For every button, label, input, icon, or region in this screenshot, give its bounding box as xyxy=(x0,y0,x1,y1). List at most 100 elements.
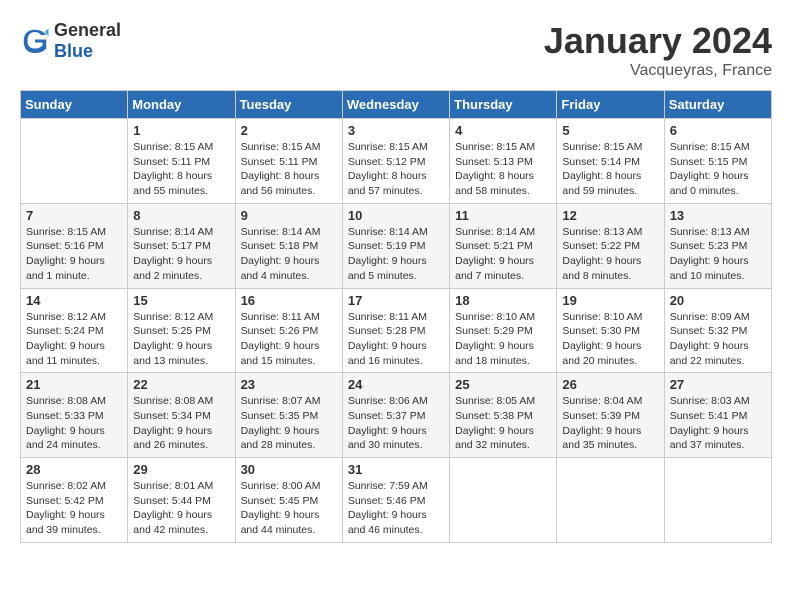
day-number: 1 xyxy=(133,123,229,138)
day-info: Sunrise: 8:09 AM Sunset: 5:32 PM Dayligh… xyxy=(670,310,766,369)
day-number: 28 xyxy=(26,462,122,477)
calendar-cell xyxy=(450,458,557,543)
title-block: January 2024 Vacqueyras, France xyxy=(544,20,772,80)
day-info: Sunrise: 8:14 AM Sunset: 5:21 PM Dayligh… xyxy=(455,225,551,284)
day-info: Sunrise: 8:14 AM Sunset: 5:19 PM Dayligh… xyxy=(348,225,444,284)
calendar-cell: 11 Sunrise: 8:14 AM Sunset: 5:21 PM Dayli… xyxy=(450,203,557,288)
day-number: 23 xyxy=(241,377,337,392)
calendar-cell: 8Sunrise: 8:14 AM Sunset: 5:17 PM Daylig… xyxy=(128,203,235,288)
weekday-header-thursday: Thursday xyxy=(450,91,557,119)
calendar-week-5: 28Sunrise: 8:02 AM Sunset: 5:42 PM Dayli… xyxy=(21,458,772,543)
day-info: Sunrise: 8:14 AM Sunset: 5:17 PM Dayligh… xyxy=(133,225,229,284)
calendar-cell: 17 Sunrise: 8:11 AM Sunset: 5:28 PM Dayli… xyxy=(342,288,449,373)
calendar-cell: 7 Sunrise: 8:15 AM Sunset: 5:16 PM Daylig… xyxy=(21,203,128,288)
day-number: 7 xyxy=(26,208,122,223)
calendar-cell: 29 Sunrise: 8:01 AM Sunset: 5:44 PM Dayli… xyxy=(128,458,235,543)
day-info: Sunrise: 8:12 AM Sunset: 5:25 PM Dayligh… xyxy=(133,310,229,369)
month-title: January 2024 xyxy=(544,20,772,62)
day-number: 25 xyxy=(455,377,551,392)
calendar-table: SundayMondayTuesdayWednesdayThursdayFrid… xyxy=(20,90,772,543)
day-info: Sunrise: 8:12 AM Sunset: 5:24 PM Dayligh… xyxy=(26,310,122,369)
calendar-cell: 25 Sunrise: 8:05 AM Sunset: 5:38 PM Dayli… xyxy=(450,373,557,458)
calendar-cell: 2Sunrise: 8:15 AM Sunset: 5:11 PM Daylig… xyxy=(235,119,342,204)
calendar-cell: 18 Sunrise: 8:10 AM Sunset: 5:29 PM Dayli… xyxy=(450,288,557,373)
day-number: 12 xyxy=(562,208,658,223)
weekday-header-sunday: Sunday xyxy=(21,91,128,119)
day-number: 5 xyxy=(562,123,658,138)
logo-icon xyxy=(20,26,50,56)
day-number: 17 xyxy=(348,293,444,308)
day-number: 29 xyxy=(133,462,229,477)
weekday-header-monday: Monday xyxy=(128,91,235,119)
weekday-header-tuesday: Tuesday xyxy=(235,91,342,119)
day-number: 16 xyxy=(241,293,337,308)
day-info: Sunrise: 8:13 AM Sunset: 5:22 PM Dayligh… xyxy=(562,225,658,284)
location: Vacqueyras, France xyxy=(544,62,772,80)
day-info: Sunrise: 8:00 AM Sunset: 5:45 PM Dayligh… xyxy=(241,479,337,538)
day-number: 4 xyxy=(455,123,551,138)
calendar-cell: 26 Sunrise: 8:04 AM Sunset: 5:39 PM Dayli… xyxy=(557,373,664,458)
day-number: 26 xyxy=(562,377,658,392)
day-number: 2 xyxy=(241,123,337,138)
day-number: 31 xyxy=(348,462,444,477)
day-info: Sunrise: 8:13 AM Sunset: 5:23 PM Dayligh… xyxy=(670,225,766,284)
calendar-week-1: 1Sunrise: 8:15 AM Sunset: 5:11 PM Daylig… xyxy=(21,119,772,204)
calendar-cell: 21Sunrise: 8:08 AM Sunset: 5:33 PM Dayli… xyxy=(21,373,128,458)
day-info: Sunrise: 8:05 AM Sunset: 5:38 PM Dayligh… xyxy=(455,394,551,453)
day-info: Sunrise: 8:11 AM Sunset: 5:28 PM Dayligh… xyxy=(348,310,444,369)
day-info: Sunrise: 8:01 AM Sunset: 5:44 PM Dayligh… xyxy=(133,479,229,538)
day-number: 27 xyxy=(670,377,766,392)
day-info: Sunrise: 8:15 AM Sunset: 5:14 PM Dayligh… xyxy=(562,140,658,199)
day-info: Sunrise: 8:03 AM Sunset: 5:41 PM Dayligh… xyxy=(670,394,766,453)
calendar-cell xyxy=(557,458,664,543)
day-number: 21 xyxy=(26,377,122,392)
calendar-cell: 16 Sunrise: 8:11 AM Sunset: 5:26 PM Dayli… xyxy=(235,288,342,373)
day-number: 6 xyxy=(670,123,766,138)
day-info: Sunrise: 8:06 AM Sunset: 5:37 PM Dayligh… xyxy=(348,394,444,453)
calendar-header-row: SundayMondayTuesdayWednesdayThursdayFrid… xyxy=(21,91,772,119)
day-info: Sunrise: 8:11 AM Sunset: 5:26 PM Dayligh… xyxy=(241,310,337,369)
day-number: 15 xyxy=(133,293,229,308)
day-number: 13 xyxy=(670,208,766,223)
calendar-cell: 13 Sunrise: 8:13 AM Sunset: 5:23 PM Dayli… xyxy=(664,203,771,288)
calendar-cell: 19Sunrise: 8:10 AM Sunset: 5:30 PM Dayli… xyxy=(557,288,664,373)
calendar-cell: 6 Sunrise: 8:15 AM Sunset: 5:15 PM Daylig… xyxy=(664,119,771,204)
logo-general: General xyxy=(54,20,121,41)
calendar-cell: 4Sunrise: 8:15 AM Sunset: 5:13 PM Daylig… xyxy=(450,119,557,204)
day-number: 14 xyxy=(26,293,122,308)
weekday-header-friday: Friday xyxy=(557,91,664,119)
day-info: Sunrise: 8:04 AM Sunset: 5:39 PM Dayligh… xyxy=(562,394,658,453)
day-info: Sunrise: 8:14 AM Sunset: 5:18 PM Dayligh… xyxy=(241,225,337,284)
calendar-cell: 22Sunrise: 8:08 AM Sunset: 5:34 PM Dayli… xyxy=(128,373,235,458)
calendar-cell: 27 Sunrise: 8:03 AM Sunset: 5:41 PM Dayli… xyxy=(664,373,771,458)
day-number: 10 xyxy=(348,208,444,223)
calendar-cell: 30Sunrise: 8:00 AM Sunset: 5:45 PM Dayli… xyxy=(235,458,342,543)
day-info: Sunrise: 8:07 AM Sunset: 5:35 PM Dayligh… xyxy=(241,394,337,453)
calendar-cell: 20 Sunrise: 8:09 AM Sunset: 5:32 PM Dayli… xyxy=(664,288,771,373)
day-number: 18 xyxy=(455,293,551,308)
weekday-header-wednesday: Wednesday xyxy=(342,91,449,119)
calendar-cell: 24 Sunrise: 8:06 AM Sunset: 5:37 PM Dayli… xyxy=(342,373,449,458)
day-number: 19 xyxy=(562,293,658,308)
day-number: 11 xyxy=(455,208,551,223)
calendar-cell xyxy=(21,119,128,204)
day-info: Sunrise: 8:15 AM Sunset: 5:16 PM Dayligh… xyxy=(26,225,122,284)
logo-blue: Blue xyxy=(54,41,121,62)
day-info: Sunrise: 8:10 AM Sunset: 5:29 PM Dayligh… xyxy=(455,310,551,369)
calendar-cell: 3Sunrise: 8:15 AM Sunset: 5:12 PM Daylig… xyxy=(342,119,449,204)
day-number: 3 xyxy=(348,123,444,138)
calendar-cell: 14 Sunrise: 8:12 AM Sunset: 5:24 PM Dayli… xyxy=(21,288,128,373)
page-header: General Blue January 2024 Vacqueyras, Fr… xyxy=(20,20,772,80)
day-info: Sunrise: 8:08 AM Sunset: 5:34 PM Dayligh… xyxy=(133,394,229,453)
calendar-cell: 12 Sunrise: 8:13 AM Sunset: 5:22 PM Dayli… xyxy=(557,203,664,288)
day-number: 20 xyxy=(670,293,766,308)
calendar-cell: 23 Sunrise: 8:07 AM Sunset: 5:35 PM Dayli… xyxy=(235,373,342,458)
calendar-cell: 9Sunrise: 8:14 AM Sunset: 5:18 PM Daylig… xyxy=(235,203,342,288)
calendar-week-3: 14 Sunrise: 8:12 AM Sunset: 5:24 PM Dayli… xyxy=(21,288,772,373)
day-info: Sunrise: 7:59 AM Sunset: 5:46 PM Dayligh… xyxy=(348,479,444,538)
day-number: 24 xyxy=(348,377,444,392)
day-info: Sunrise: 8:15 AM Sunset: 5:15 PM Dayligh… xyxy=(670,140,766,199)
calendar-cell: 10 Sunrise: 8:14 AM Sunset: 5:19 PM Dayli… xyxy=(342,203,449,288)
calendar-cell: 1Sunrise: 8:15 AM Sunset: 5:11 PM Daylig… xyxy=(128,119,235,204)
logo: General Blue xyxy=(20,20,121,62)
